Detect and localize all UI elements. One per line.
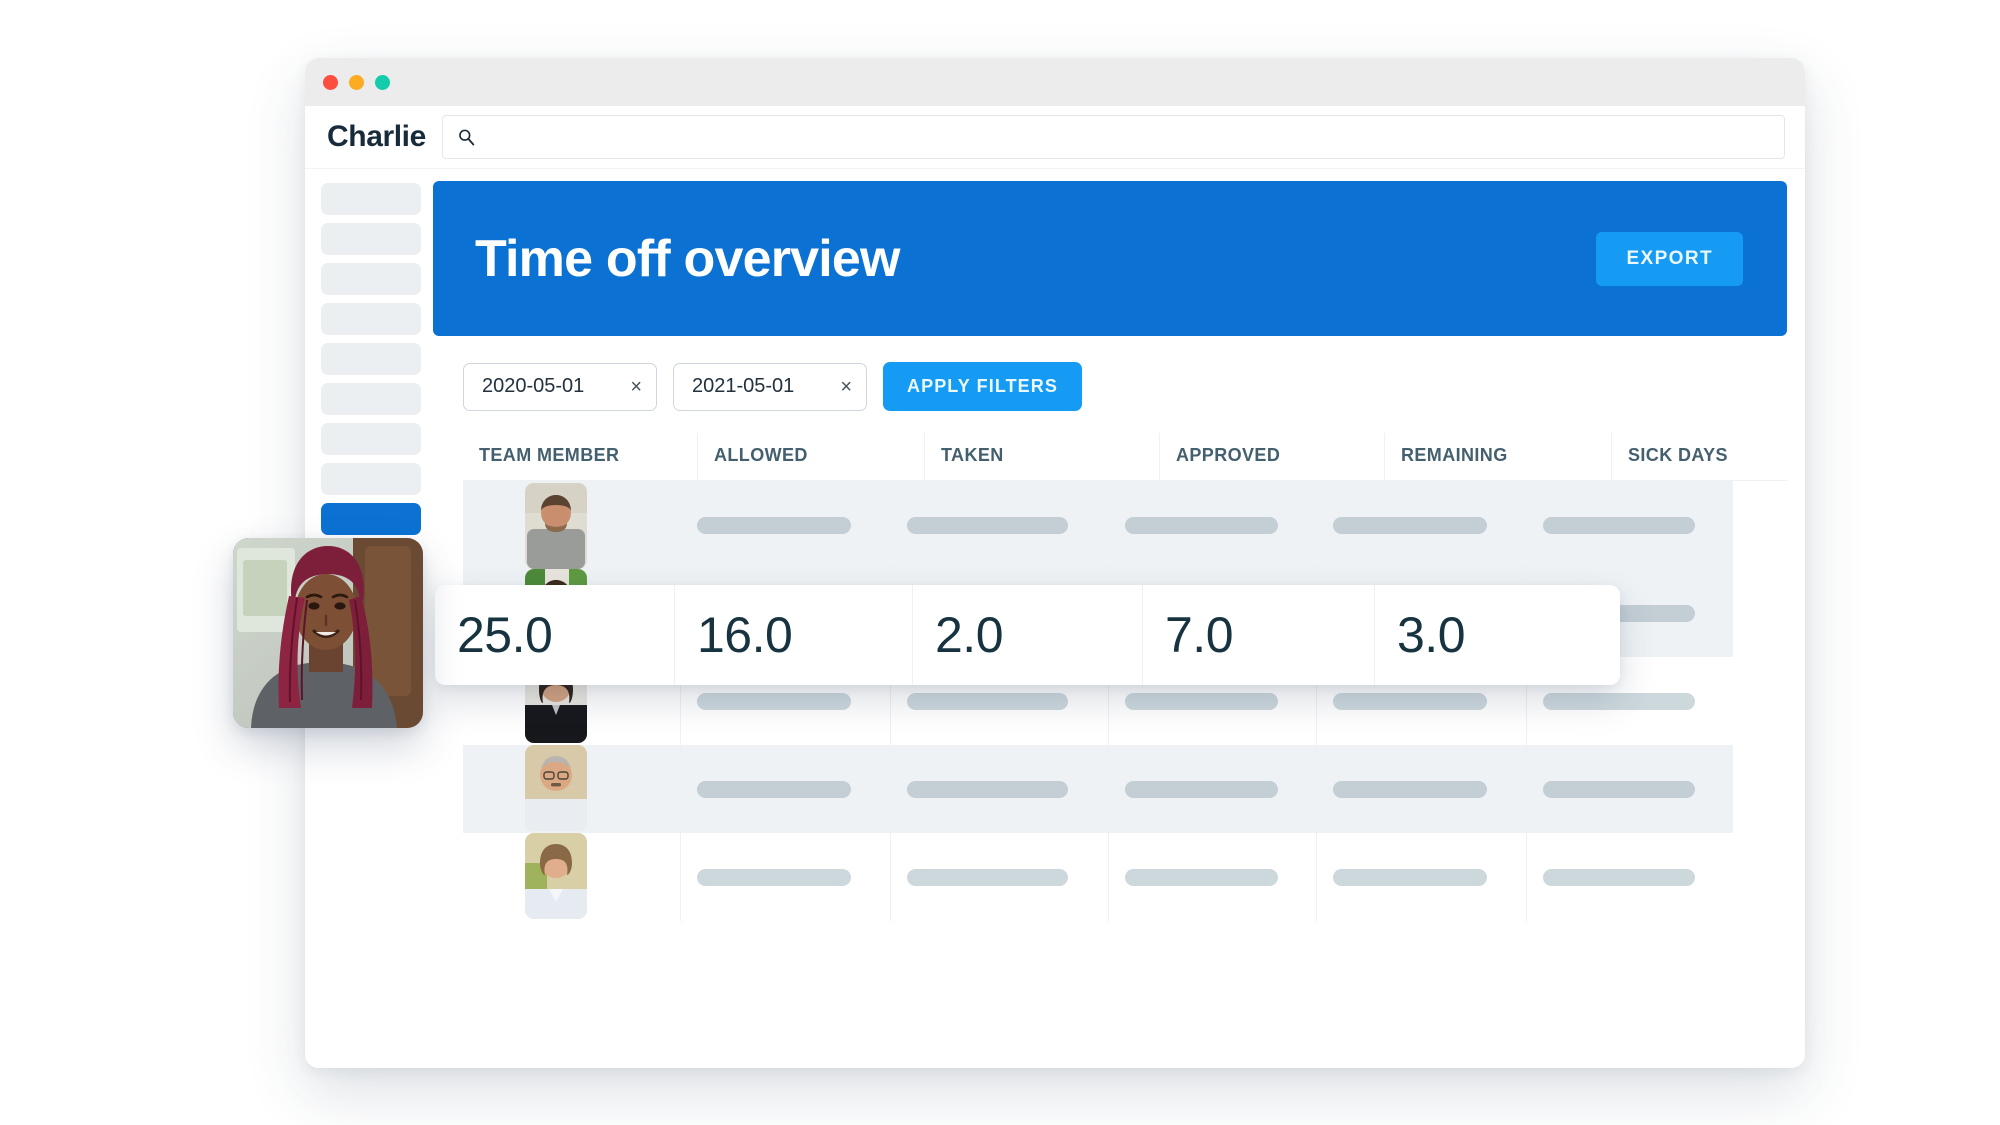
placeholder-bar [1125,516,1278,534]
placeholder-bar [1125,780,1278,798]
placeholder-bar [1543,868,1695,886]
cell-taken [891,745,1109,833]
placeholder-bar [697,780,852,798]
cell-remaining [1317,481,1527,569]
placeholder-bar [1333,780,1488,798]
cell-approved [1109,833,1317,921]
highlight-cell-remaining: 7.0 [1143,585,1375,685]
minimize-button-icon[interactable] [349,74,364,90]
column-header-allowed[interactable]: ALLOWED [698,433,925,480]
app-logo[interactable]: Charlie [327,120,426,154]
avatar-woman-light-blouse [525,833,587,919]
filter-bar: 2020-05-01 × 2021-05-01 × APPLY FILTERS [433,336,1787,433]
cell-remaining [1317,745,1527,833]
placeholder-bar [1543,516,1695,534]
cell-allowed [681,833,891,921]
end-date-filter[interactable]: 2021-05-01 × [673,362,867,411]
clear-start-date-icon[interactable]: × [630,377,642,397]
sidebar-item-8[interactable] [321,463,421,495]
avatar-woman-red-braids [233,538,423,728]
sidebar-item-7[interactable] [321,423,421,455]
table-header-row: TEAM MEMBER ALLOWED TAKEN APPROVED REMAI… [463,433,1787,481]
screenshot-stage: Charlie Time off overview EXPORT 2020-05… [0,0,2000,1125]
page-title: Time off overview [475,229,901,288]
cell-allowed [681,481,891,569]
cell-allowed [681,745,891,833]
placeholder-bar [1333,516,1488,534]
export-button[interactable]: EXPORT [1596,231,1743,286]
placeholder-bar [907,516,1068,534]
column-header-team-member[interactable]: TEAM MEMBER [463,433,698,480]
time-off-table: TEAM MEMBER ALLOWED TAKEN APPROVED REMAI… [435,433,1787,921]
column-header-taken[interactable]: TAKEN [925,433,1160,480]
placeholder-bar [907,780,1068,798]
placeholder-bar [697,692,852,710]
placeholder-bar [697,868,852,886]
cell-team-member [463,745,681,833]
cell-approved [1109,481,1317,569]
column-header-remaining[interactable]: REMAINING [1385,433,1612,480]
highlight-cell-taken: 16.0 [675,585,913,685]
column-header-approved[interactable]: APPROVED [1160,433,1385,480]
cell-sick-days [1527,745,1733,833]
highlight-value-taken: 16.0 [697,607,793,663]
page-header-banner: Time off overview EXPORT [433,181,1787,336]
placeholder-bar [1543,692,1695,710]
main-content: Time off overview EXPORT 2020-05-01 × 20… [433,169,1805,1068]
close-button-icon[interactable] [323,74,338,90]
table-row[interactable] [463,745,1787,833]
cell-team-member [463,481,681,569]
placeholder-bar [697,516,852,534]
sidebar-item-1[interactable] [321,183,421,215]
highlight-cell-allowed: 25.0 [435,585,675,685]
highlighted-row-card[interactable]: 25.0 16.0 2.0 7.0 3.0 [435,585,1620,685]
cell-team-member [463,833,681,921]
table-row[interactable] [463,833,1787,921]
placeholder-bar [1333,868,1488,886]
highlight-cell-approved: 2.0 [913,585,1143,685]
highlight-value-remaining: 7.0 [1165,607,1234,663]
window-titlebar [305,58,1805,106]
cell-sick-days [1527,481,1733,569]
cell-sick-days [1527,833,1733,921]
highlight-value-allowed: 25.0 [457,607,553,663]
column-header-sick-days[interactable]: SICK DAYS [1612,433,1805,480]
maximize-button-icon[interactable] [375,74,390,90]
sidebar-item-3[interactable] [321,263,421,295]
sidebar-item-4[interactable] [321,303,421,335]
cell-approved [1109,745,1317,833]
avatar-man-glasses-moustache [525,745,587,831]
cell-taken [891,833,1109,921]
table-row[interactable] [463,481,1787,569]
clear-end-date-icon[interactable]: × [840,377,852,397]
cell-remaining [1317,833,1527,921]
placeholder-bar [1125,868,1278,886]
search-input[interactable] [484,115,1770,159]
sidebar-item-9-active[interactable] [321,503,421,535]
search-icon [459,129,475,145]
sidebar-item-2[interactable] [321,223,421,255]
start-date-value: 2020-05-01 [482,375,585,397]
browser-window: Charlie Time off overview EXPORT 2020-05… [305,58,1805,1068]
avatar-man-grey-tshirt [525,483,587,569]
placeholder-bar [1333,692,1488,710]
app-topbar: Charlie [305,106,1805,169]
sidebar-item-6[interactable] [321,383,421,415]
placeholder-bar [907,868,1068,886]
sidebar-item-5[interactable] [321,343,421,375]
start-date-filter[interactable]: 2020-05-01 × [463,362,657,411]
apply-filters-button[interactable]: APPLY FILTERS [883,362,1082,411]
placeholder-bar [1125,692,1278,710]
placeholder-bar [1543,780,1695,798]
end-date-value: 2021-05-01 [692,375,795,397]
cell-taken [891,481,1109,569]
app-body: Time off overview EXPORT 2020-05-01 × 20… [305,169,1805,1068]
placeholder-bar [907,692,1068,710]
search-box[interactable] [441,115,1785,159]
highlight-value-approved: 2.0 [935,607,1004,663]
highlight-value-sick-days: 3.0 [1397,607,1466,663]
highlight-cell-sick-days: 3.0 [1375,585,1620,685]
